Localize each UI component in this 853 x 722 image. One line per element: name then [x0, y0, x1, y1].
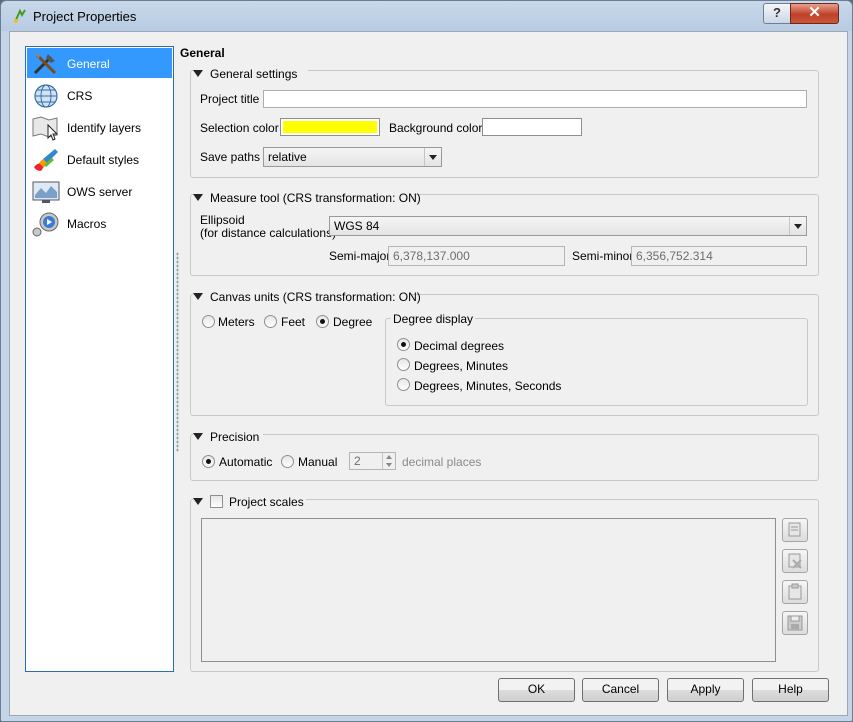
sidebar-item-label: CRS — [67, 89, 93, 103]
ellipsoid-label: Ellipsoid — [200, 213, 245, 227]
group-title: General settings — [210, 67, 298, 81]
decimal-degrees-label: Decimal degrees — [414, 339, 505, 353]
splitter-handle[interactable] — [176, 252, 179, 452]
background-color-button[interactable] — [482, 118, 582, 136]
sidebar-item-label: General — [67, 57, 110, 71]
remove-scale-icon — [788, 553, 802, 569]
dialog-client-area: General CRS Identify layers Default styl… — [9, 31, 848, 716]
save-paths-label: Save paths — [200, 150, 261, 164]
save-paths-value: relative — [268, 150, 307, 164]
degrees-minutes-seconds-radio[interactable] — [397, 378, 410, 391]
canvas-units-header[interactable]: Canvas units (CRS transformation: ON) — [193, 289, 421, 305]
project-title-label: Project title — [200, 92, 260, 106]
group-title: Measure tool (CRS transformation: ON) — [210, 191, 421, 205]
feet-label: Feet — [281, 315, 306, 329]
collapse-triangle-icon[interactable] — [193, 433, 203, 440]
decimal-places-label: decimal places — [402, 455, 482, 469]
clipboard-icon — [788, 583, 802, 600]
sidebar-item-ows-server[interactable]: OWS server — [27, 176, 172, 206]
precision-header[interactable]: Precision — [193, 429, 263, 445]
window-title: Project Properties — [33, 9, 137, 24]
background-color-swatch — [485, 121, 579, 133]
manual-radio[interactable] — [281, 455, 294, 468]
title-bar[interactable]: Project Properties ? ✕ — [1, 1, 852, 31]
degree-label: Degree — [333, 315, 373, 329]
save-paths-select[interactable]: relative — [263, 147, 442, 167]
automatic-label: Automatic — [219, 455, 273, 469]
macros-icon — [32, 212, 59, 237]
sidebar-item-label: Default styles — [67, 153, 140, 167]
page-title: General — [180, 46, 225, 60]
qgis-app-icon — [14, 8, 26, 23]
decimal-degrees-radio[interactable] — [397, 338, 410, 351]
sidebar-list: General CRS Identify layers Default styl… — [25, 46, 174, 672]
ellipsoid-select[interactable]: WGS 84 — [329, 216, 807, 236]
ellipsoid-value: WGS 84 — [334, 219, 380, 233]
sidebar-item-label: Identify layers — [67, 121, 142, 135]
identify-icon — [32, 116, 59, 141]
project-title-input[interactable] — [263, 90, 807, 108]
group-title: Canvas units (CRS transformation: ON) — [210, 290, 421, 304]
background-color-label: Background color — [389, 121, 483, 135]
selection-color-label: Selection color — [200, 121, 279, 135]
semi-major-label: Semi-major — [329, 249, 391, 263]
add-scale-icon — [788, 522, 801, 537]
general-settings-header[interactable]: General settings — [193, 66, 308, 82]
decimal-places-spinbox: 2 — [349, 452, 396, 470]
sidebar-item-label: Macros — [67, 217, 107, 231]
import-scales-button[interactable] — [782, 580, 808, 604]
group-title: Precision — [210, 430, 260, 444]
selection-color-button[interactable] — [280, 118, 380, 136]
project-scales-header[interactable]: Project scales — [193, 494, 306, 510]
collapse-triangle-icon[interactable] — [193, 498, 203, 505]
sidebar-item-crs[interactable]: CRS — [27, 80, 172, 110]
ows-icon — [32, 181, 60, 203]
save-icon — [787, 615, 803, 631]
ok-button[interactable]: OK — [498, 678, 575, 702]
degree-display-title: Degree display — [391, 312, 476, 326]
selection-color-swatch — [283, 121, 377, 133]
feet-radio[interactable] — [264, 315, 277, 328]
globe-icon — [34, 84, 58, 108]
context-help-button[interactable]: ? — [763, 3, 791, 24]
sidebar-item-general[interactable]: General — [27, 48, 172, 78]
spin-arrows-icon — [382, 453, 395, 469]
group-title: Project scales — [229, 495, 304, 509]
chevron-down-icon — [424, 148, 441, 166]
sidebar-item-default-styles[interactable]: Default styles — [27, 144, 172, 174]
save-scales-button[interactable] — [782, 611, 808, 635]
degrees-minutes-radio[interactable] — [397, 358, 410, 371]
collapse-triangle-icon[interactable] — [193, 70, 203, 77]
general-icon — [33, 53, 57, 75]
collapse-triangle-icon[interactable] — [193, 194, 203, 201]
sidebar-item-label: OWS server — [67, 185, 133, 199]
decimal-places-value: 2 — [354, 454, 361, 468]
degrees-minutes-seconds-label: Degrees, Minutes, Seconds — [414, 379, 562, 393]
sidebar-item-identify-layers[interactable]: Identify layers — [27, 112, 172, 142]
semi-major-field — [388, 246, 565, 266]
remove-scale-button[interactable] — [782, 549, 808, 573]
automatic-radio[interactable] — [202, 455, 215, 468]
close-window-button[interactable]: ✕ — [790, 3, 839, 24]
chevron-down-icon — [789, 217, 806, 235]
meters-label: Meters — [218, 315, 255, 329]
collapse-triangle-icon[interactable] — [193, 293, 203, 300]
help-button[interactable]: Help — [752, 678, 829, 702]
semi-minor-label: Semi-minor — [572, 249, 634, 263]
styles-icon — [34, 149, 58, 171]
semi-minor-field — [631, 246, 807, 266]
degrees-minutes-label: Degrees, Minutes — [414, 359, 509, 373]
manual-label: Manual — [298, 455, 338, 469]
apply-button[interactable]: Apply — [667, 678, 744, 702]
project-scales-list[interactable] — [201, 518, 776, 662]
add-scale-button[interactable] — [782, 518, 808, 542]
degree-radio[interactable] — [316, 315, 329, 328]
cancel-button[interactable]: Cancel — [582, 678, 659, 702]
project-properties-window: Project Properties ? ✕ General CRS Ident… — [0, 0, 853, 722]
ellipsoid-sublabel: (for distance calculations) — [200, 226, 337, 240]
measure-tool-header[interactable]: Measure tool (CRS transformation: ON) — [193, 190, 421, 206]
sidebar-item-macros[interactable]: Macros — [27, 208, 172, 238]
project-scales-checkbox[interactable] — [210, 495, 223, 508]
meters-radio[interactable] — [202, 315, 215, 328]
